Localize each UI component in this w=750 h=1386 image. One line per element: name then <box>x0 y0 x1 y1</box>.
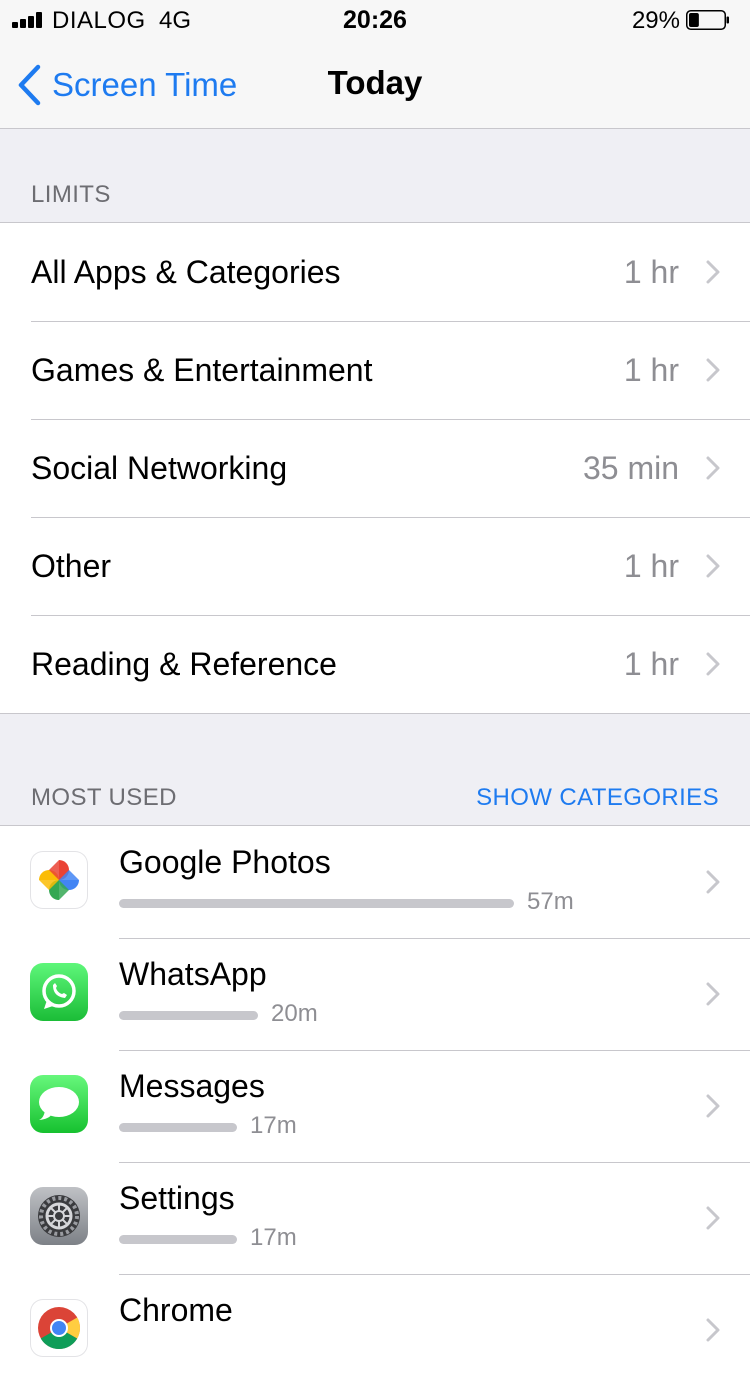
limit-label: Other <box>31 548 112 584</box>
usage-time: 17m <box>250 1112 297 1139</box>
chevron-right-icon <box>706 1206 720 1230</box>
chevron-right-icon <box>706 260 720 284</box>
usage-time: 20m <box>271 1000 318 1027</box>
most-used-header-label: MOST USED <box>31 784 177 811</box>
app-row-messages[interactable]: Messages 17m <box>0 1050 750 1162</box>
limit-value: 1 hr <box>623 352 679 388</box>
app-name: WhatsApp <box>119 956 267 992</box>
usage-bar <box>119 1011 258 1020</box>
app-row-chrome[interactable]: Chrome <box>0 1274 750 1386</box>
limits-section-header: LIMITS <box>0 181 750 221</box>
limits-list: All Apps & Categories 1 hr Games & Enter… <box>0 222 750 714</box>
battery-icon <box>686 10 729 30</box>
app-name: Google Photos <box>119 844 331 880</box>
usage-time: 17m <box>250 1224 297 1251</box>
app-name: Settings <box>119 1180 235 1216</box>
usage-time: 57m <box>527 888 574 915</box>
settings-icon <box>30 1187 88 1245</box>
chevron-right-icon <box>706 982 720 1006</box>
google-photos-icon <box>30 851 88 909</box>
limit-value: 1 hr <box>623 254 679 290</box>
app-name: Messages <box>119 1068 265 1104</box>
chevron-right-icon <box>706 456 720 480</box>
messages-icon <box>30 1075 88 1133</box>
chevron-right-icon <box>706 652 720 676</box>
limit-value: 1 hr <box>623 548 679 584</box>
limit-row-reading[interactable]: Reading & Reference 1 hr <box>0 615 750 713</box>
usage-bar <box>119 899 514 908</box>
app-row-whatsapp[interactable]: WhatsApp 20m <box>0 938 750 1050</box>
app-row-settings[interactable]: Settings 17m <box>0 1162 750 1274</box>
usage-bar <box>119 1123 237 1132</box>
chevron-right-icon <box>706 358 720 382</box>
limit-label: Games & Entertainment <box>31 352 373 388</box>
chevron-right-icon <box>706 870 720 894</box>
limit-label: Reading & Reference <box>31 646 337 682</box>
limit-row-games[interactable]: Games & Entertainment 1 hr <box>0 321 750 419</box>
usage-bar <box>119 1235 237 1244</box>
status-bar: DIALOG 4G 20:26 29% <box>0 0 750 40</box>
page-title: Today <box>327 64 423 101</box>
chevron-right-icon <box>706 1318 720 1342</box>
show-categories-button[interactable]: SHOW CATEGORIES <box>476 784 719 812</box>
most-used-section-header: MOST USED SHOW CATEGORIES <box>0 784 750 824</box>
limit-row-social[interactable]: Social Networking 35 min <box>0 419 750 517</box>
chrome-icon <box>30 1299 88 1357</box>
most-used-list: Google Photos 57m WhatsApp 20m Messages … <box>0 825 750 1386</box>
chevron-right-icon <box>706 554 720 578</box>
chevron-right-icon <box>706 1094 720 1118</box>
limits-header-label: LIMITS <box>31 181 111 208</box>
limit-value: 35 min <box>582 450 679 486</box>
navigation-bar: DIALOG 4G 20:26 29% Screen Time Today <box>0 0 750 129</box>
limit-value: 1 hr <box>623 646 679 682</box>
limit-label: Social Networking <box>31 450 288 486</box>
whatsapp-icon <box>30 963 88 1021</box>
limit-label: All Apps & Categories <box>31 254 341 290</box>
limit-row-all-apps[interactable]: All Apps & Categories 1 hr <box>0 223 750 321</box>
app-name: Chrome <box>119 1292 233 1328</box>
battery-percentage: 29% <box>631 7 680 34</box>
limit-row-other[interactable]: Other 1 hr <box>0 517 750 615</box>
app-row-google-photos[interactable]: Google Photos 57m <box>0 826 750 938</box>
